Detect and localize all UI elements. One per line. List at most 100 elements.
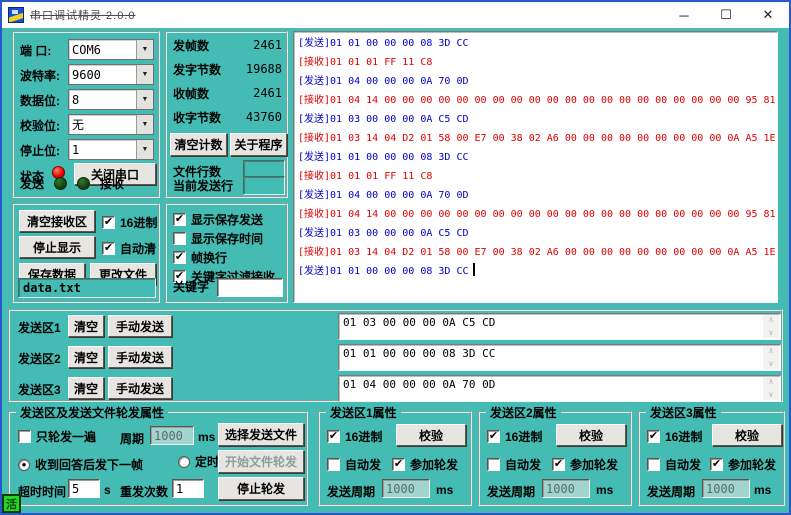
- stop-cycle-button[interactable]: 停止轮发: [218, 477, 304, 500]
- current-line-field: [243, 176, 285, 195]
- send-area-2-clear-button[interactable]: 清空: [68, 346, 104, 368]
- minimize-icon[interactable]: ─: [663, 2, 705, 28]
- close-icon[interactable]: ✕: [747, 2, 789, 28]
- baud-select[interactable]: 9600 ▼: [68, 64, 154, 85]
- scroll-down-icon: ∨: [769, 391, 774, 399]
- text-cursor: [473, 263, 475, 276]
- timeout-label: 超时时间: [18, 483, 66, 500]
- stopbits-select[interactable]: 1 ▼: [68, 139, 154, 160]
- checkbox-icon: ✔: [327, 430, 340, 443]
- about-button[interactable]: 关于程序: [230, 133, 287, 156]
- checkbox-icon: [327, 458, 340, 471]
- scrollbar[interactable]: ∧∨: [763, 315, 779, 338]
- send-area-1-clear-button[interactable]: 清空: [68, 315, 104, 337]
- area3-join-cycle-checkbox[interactable]: ✔ 参加轮发: [710, 456, 776, 473]
- rx-bytes-value: 43760: [246, 110, 282, 124]
- rx-label: 接收: [100, 175, 124, 192]
- log-line: [接收]01 04 14 00 00 00 00 00 00 00 00 00 …: [298, 91, 777, 110]
- scroll-up-icon: ∧: [769, 347, 774, 355]
- send-area-3-props-group: 发送区3属性 ✔ 16进制 校验 自动发 ✔ 参加轮发 发送周期 1000 ms: [638, 411, 785, 506]
- clear-receive-button[interactable]: 清空接收区: [19, 210, 95, 232]
- send-areas-box: 发送区1 清空 手动发送 01 03 00 00 00 0A C5 CD ∧∨ …: [8, 309, 783, 402]
- send-area-1-manual-button[interactable]: 手动发送: [108, 315, 172, 337]
- area1-hex-checkbox[interactable]: ✔ 16进制: [327, 428, 382, 445]
- chevron-down-icon[interactable]: ▼: [136, 65, 153, 84]
- tx-frames-label: 发帧数: [173, 37, 209, 54]
- hex-display-checkbox[interactable]: ✔ 16进制: [102, 214, 157, 231]
- send-area-3-props-title: 发送区3属性: [646, 404, 721, 421]
- rx-bytes-label: 收字节数: [173, 109, 221, 126]
- area3-hex-checkbox[interactable]: ✔ 16进制: [647, 428, 702, 445]
- scrollbar[interactable]: ∧∨: [763, 377, 779, 400]
- auto-clear-checkbox[interactable]: ✔ 自动清: [102, 240, 156, 257]
- parity-select[interactable]: 无 ▼: [68, 114, 154, 135]
- stopbits-label: 停止位:: [20, 142, 60, 159]
- port-select[interactable]: COM6 ▼: [68, 39, 154, 60]
- send-area-3-clear-button[interactable]: 清空: [68, 377, 104, 399]
- chevron-down-icon[interactable]: ▼: [136, 40, 153, 59]
- area2-join-cycle-checkbox[interactable]: ✔ 参加轮发: [552, 456, 618, 473]
- send-area-3-input[interactable]: 01 04 00 00 00 0A 70 0D ∧∨: [338, 375, 781, 402]
- send-area-1-label: 发送区1: [18, 319, 61, 336]
- send-area-3-manual-button[interactable]: 手动发送: [108, 377, 172, 399]
- after-reply-radio[interactable]: ● 收到回答后发下一帧: [18, 456, 143, 473]
- start-file-cycle-button[interactable]: 开始文件轮发: [218, 450, 304, 473]
- area2-autosend-checkbox[interactable]: 自动发: [487, 456, 541, 473]
- retry-input[interactable]: 1: [172, 479, 204, 498]
- tx-frames-value: 2461: [253, 38, 282, 52]
- parity-label: 校验位:: [20, 117, 60, 134]
- radio-icon: ●: [18, 459, 30, 471]
- display-options-panel: ✔ 显示保存发送 显示保存时间 ✔ 帧换行 ✔ 关键字过滤接收 关键字: [165, 203, 288, 303]
- log-line: [接收]01 01 01 FF 11 C8: [298, 53, 777, 72]
- databits-select[interactable]: 8 ▼: [68, 89, 154, 110]
- log-line: [接收]01 03 14 04 D2 01 58 00 E7 00 38 02 …: [298, 129, 777, 148]
- area2-verify-button[interactable]: 校验: [556, 424, 626, 446]
- save-filename-field[interactable]: data.txt: [18, 278, 156, 298]
- area1-autosend-checkbox[interactable]: 自动发: [327, 456, 381, 473]
- stop-display-button[interactable]: 停止显示: [19, 236, 95, 258]
- clear-counters-button[interactable]: 清空计数: [170, 133, 227, 156]
- chevron-down-icon[interactable]: ▼: [136, 90, 153, 109]
- send-area-2-label: 发送区2: [18, 350, 61, 367]
- cycle-send-group-title: 发送区及发送文件轮发属性: [16, 404, 168, 421]
- show-save-send-checkbox[interactable]: ✔ 显示保存发送: [173, 211, 263, 228]
- send-area-2-input[interactable]: 01 01 00 00 00 08 3D CC ∧∨: [338, 344, 781, 371]
- port-value: COM6: [69, 43, 136, 57]
- window-title: 串口调试精灵 2.0.0: [30, 7, 136, 23]
- rx-frames-label: 收帧数: [173, 85, 209, 102]
- timeout-input[interactable]: 5: [68, 479, 100, 498]
- area1-verify-button[interactable]: 校验: [396, 424, 466, 446]
- rx-frames-value: 2461: [253, 86, 282, 100]
- area1-join-cycle-checkbox[interactable]: ✔ 参加轮发: [392, 456, 458, 473]
- checkbox-icon: ✔: [710, 458, 723, 471]
- ime-indicator-icon[interactable]: 活: [2, 494, 21, 513]
- checkbox-icon: ✔: [173, 251, 186, 264]
- checkbox-icon: ✔: [392, 458, 405, 471]
- timer-radio[interactable]: 定时: [178, 453, 219, 470]
- chevron-down-icon[interactable]: ▼: [136, 115, 153, 134]
- chevron-down-icon[interactable]: ▼: [136, 140, 153, 159]
- select-send-file-button[interactable]: 选择发送文件: [218, 423, 304, 446]
- rx-led-icon: [77, 177, 90, 190]
- log-line: [发送]01 01 00 00 00 08 3D CC: [298, 34, 777, 53]
- maximize-icon[interactable]: ☐: [705, 2, 747, 28]
- tx-label: 发送: [20, 175, 44, 192]
- cycle-once-checkbox[interactable]: 只轮发一遍: [18, 428, 96, 445]
- show-save-time-checkbox[interactable]: 显示保存时间: [173, 230, 263, 247]
- area2-hex-checkbox[interactable]: ✔ 16进制: [487, 428, 542, 445]
- scrollbar[interactable]: ∧∨: [763, 346, 779, 369]
- send-area-1-input[interactable]: 01 03 00 00 00 0A C5 CD ∧∨: [338, 313, 781, 340]
- area3-verify-button[interactable]: 校验: [712, 424, 782, 446]
- frame-newline-checkbox[interactable]: ✔ 帧换行: [173, 249, 227, 266]
- area3-autosend-checkbox[interactable]: 自动发: [647, 456, 701, 473]
- checkbox-icon: [18, 430, 31, 443]
- send-area-3-label: 发送区3: [18, 381, 61, 398]
- keyword-input[interactable]: [217, 278, 283, 297]
- receive-log[interactable]: [发送]01 01 00 00 00 08 3D CC [接收]01 01 01…: [293, 31, 778, 303]
- send-area-2-manual-button[interactable]: 手动发送: [108, 346, 172, 368]
- area3-period-label: 发送周期: [647, 483, 695, 500]
- send-area-1-props-group: 发送区1属性 ✔ 16进制 校验 自动发 ✔ 参加轮发 发送周期 1000 ms: [318, 411, 472, 506]
- area2-period-label: 发送周期: [487, 483, 535, 500]
- checkbox-icon: ✔: [647, 430, 660, 443]
- send-area-2-props-title: 发送区2属性: [486, 404, 561, 421]
